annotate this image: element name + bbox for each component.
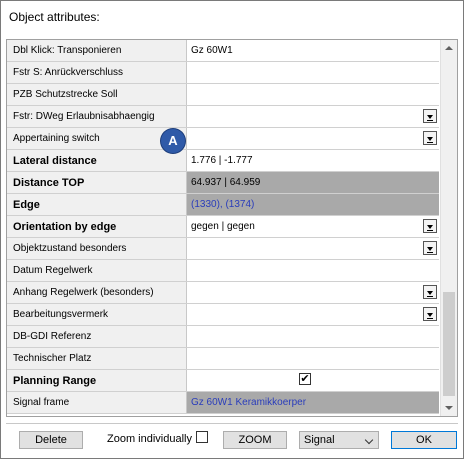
attribute-row[interactable]: Fstr S: Anrückverschluss (7, 62, 439, 84)
attribute-row[interactable]: Distance TOP 64.937 | 64.959 (7, 172, 439, 194)
attribute-row[interactable]: Bearbeitungsvermerk (7, 304, 439, 326)
attribute-value[interactable] (187, 106, 439, 127)
attribute-row[interactable]: Signal frame Gz 60W1 Keramikkoerper (7, 392, 439, 414)
dropdown-arrow-icon[interactable] (423, 241, 437, 255)
attribute-name: Lateral distance (7, 150, 187, 171)
attribute-row[interactable]: Appertaining switch (7, 128, 439, 150)
attribute-row[interactable]: Lateral distance 1.776 | -1.777 (7, 150, 439, 172)
object-attributes-window: Object attributes: Dbl Klick: Transponie… (0, 0, 464, 459)
attribute-name: PZB Schutzstrecke Soll (7, 84, 187, 105)
attribute-name: Distance TOP (7, 172, 187, 193)
attribute-name: Bearbeitungsvermerk (7, 304, 187, 325)
object-type-select[interactable]: Signal (299, 431, 379, 449)
dropdown-arrow-icon[interactable] (423, 109, 437, 123)
zoom-button[interactable]: ZOOM (223, 431, 287, 449)
attribute-rows: Dbl Klick: Transponieren Gz 60W1 Fstr S: A… (7, 40, 439, 414)
attribute-value[interactable]: gegen | gegen (187, 216, 439, 237)
annotation-badge: A (161, 129, 185, 153)
attribute-name: Appertaining switch (7, 128, 187, 149)
dropdown-arrow-icon[interactable] (423, 131, 437, 145)
planning-range-checkbox[interactable]: ✔ (299, 373, 311, 385)
attribute-value-text: gegen | gegen (191, 221, 255, 232)
attribute-name: Dbl Klick: Transponieren (7, 40, 187, 61)
attribute-value: Gz 60W1 Keramikkoerper (187, 392, 439, 413)
attribute-value-text: 1.776 | -1.777 (191, 155, 253, 166)
attribute-name: Planning Range (7, 370, 187, 391)
scrollbar-thumb[interactable] (443, 292, 455, 396)
ok-button[interactable]: OK (391, 431, 457, 449)
attribute-value[interactable]: 1.776 | -1.777 (187, 150, 439, 171)
attribute-name: Datum Regelwerk (7, 260, 187, 281)
attribute-name: Fstr S: Anrückverschluss (7, 62, 187, 83)
attribute-row[interactable]: PZB Schutzstrecke Soll (7, 84, 439, 106)
attribute-value[interactable] (187, 326, 439, 347)
attribute-value-text: Gz 60W1 (191, 45, 233, 56)
attribute-value[interactable] (187, 238, 439, 259)
attribute-name: Edge (7, 194, 187, 215)
attribute-row[interactable]: Edge (1330), (1374) (7, 194, 439, 216)
attribute-row[interactable]: Fstr: DWeg Erlaubnisabhaengig (7, 106, 439, 128)
attribute-value-text: 64.937 | 64.959 (191, 177, 261, 188)
attribute-name: DB-GDI Referenz (7, 326, 187, 347)
object-type-select-value: Signal (304, 434, 335, 446)
scroll-up-arrow-icon[interactable] (441, 40, 457, 56)
attribute-value[interactable] (187, 84, 439, 105)
attribute-value[interactable] (187, 260, 439, 281)
attribute-value: 64.937 | 64.959 (187, 172, 439, 193)
attribute-value[interactable]: Gz 60W1 (187, 40, 439, 61)
attribute-value[interactable] (187, 62, 439, 83)
delete-button[interactable]: Delete (19, 431, 83, 449)
attribute-row[interactable]: Technischer Platz (7, 348, 439, 370)
dropdown-arrow-icon[interactable] (423, 307, 437, 321)
attribute-name: Signal frame (7, 392, 187, 413)
attribute-row[interactable]: Orientation by edge gegen | gegen (7, 216, 439, 238)
attribute-value-text: Gz 60W1 Keramikkoerper (191, 397, 307, 408)
attribute-value-text: (1330), (1374) (191, 199, 255, 210)
scroll-down-arrow-icon[interactable] (441, 400, 457, 416)
zoom-individually-checkbox[interactable] (196, 431, 208, 443)
window-title: Object attributes: (9, 10, 100, 24)
attribute-name: Orientation by edge (7, 216, 187, 237)
attribute-row[interactable]: Planning Range ✔ (7, 370, 439, 392)
attribute-value[interactable]: ✔ (187, 370, 439, 391)
attribute-name: Fstr: DWeg Erlaubnisabhaengig (7, 106, 187, 127)
attribute-value[interactable] (187, 128, 439, 149)
attribute-row[interactable]: Dbl Klick: Transponieren Gz 60W1 (7, 40, 439, 62)
attribute-value[interactable] (187, 282, 439, 303)
attribute-row[interactable]: Anhang Regelwerk (besonders) (7, 282, 439, 304)
dropdown-arrow-icon[interactable] (423, 219, 437, 233)
attribute-value[interactable] (187, 304, 439, 325)
attribute-name: Anhang Regelwerk (besonders) (7, 282, 187, 303)
attribute-value: (1330), (1374) (187, 194, 439, 215)
attribute-row[interactable]: Objektzustand besonders (7, 238, 439, 260)
footer-divider (6, 423, 458, 424)
attribute-row[interactable]: Datum Regelwerk (7, 260, 439, 282)
attribute-value[interactable] (187, 348, 439, 369)
attribute-name: Technischer Platz (7, 348, 187, 369)
attribute-grid: Dbl Klick: Transponieren Gz 60W1 Fstr S: A… (6, 39, 458, 417)
chevron-down-icon (364, 435, 374, 445)
attribute-row[interactable]: DB-GDI Referenz (7, 326, 439, 348)
vertical-scrollbar[interactable] (440, 40, 457, 416)
dropdown-arrow-icon[interactable] (423, 285, 437, 299)
attribute-name: Objektzustand besonders (7, 238, 187, 259)
zoom-individually-label: Zoom individually (107, 433, 192, 445)
